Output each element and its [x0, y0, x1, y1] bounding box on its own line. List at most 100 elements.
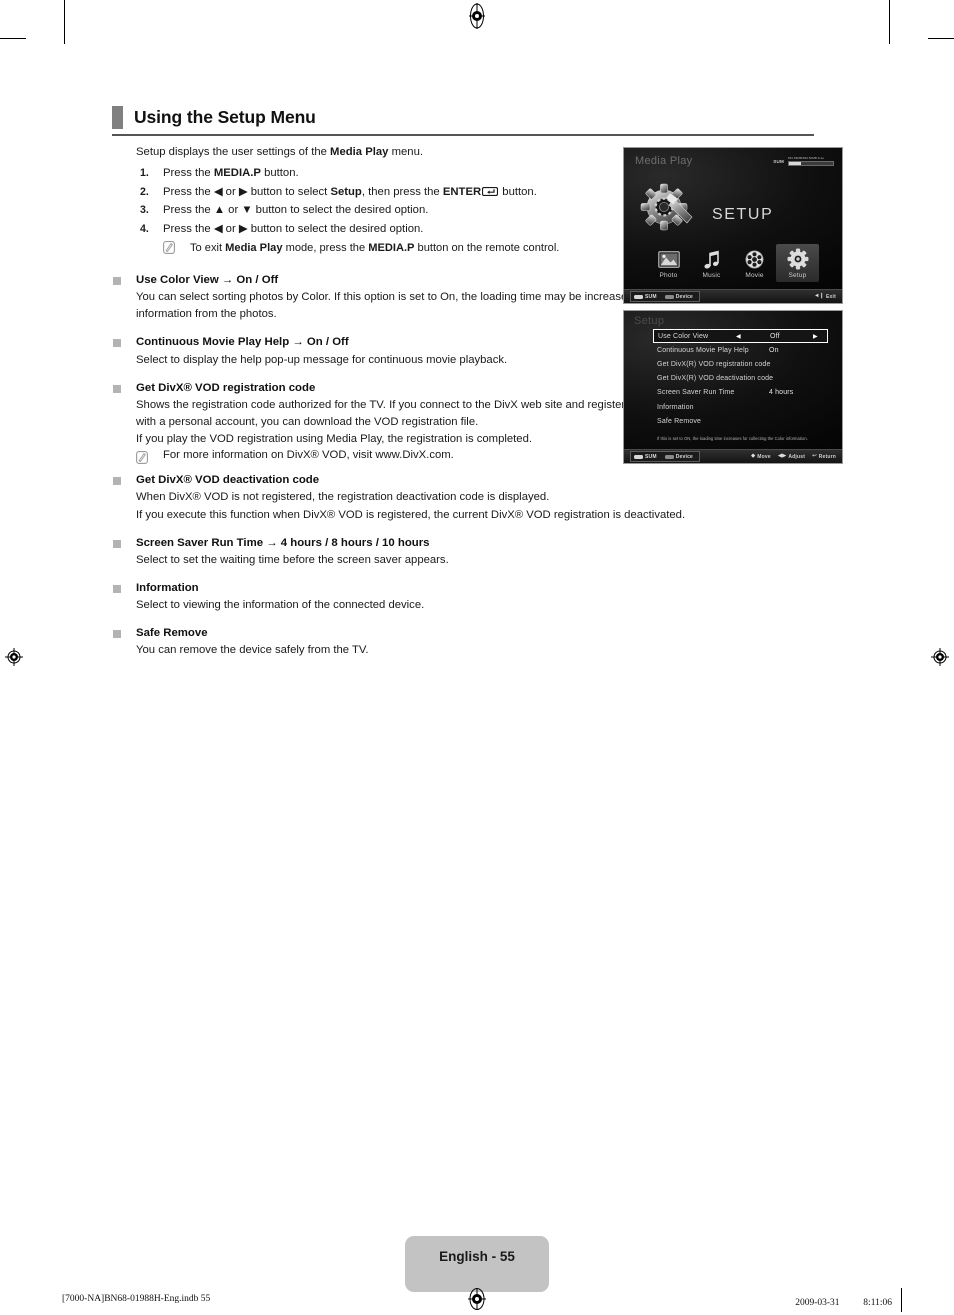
- option-body-paragraph: If you execute this function when DivX® …: [136, 508, 686, 521]
- film-reel-icon: [733, 248, 776, 270]
- setup-hero: SETUP: [640, 181, 773, 248]
- note-pencil-icon: [136, 451, 148, 465]
- setup-help-text: If this is set to ON, the loading time i…: [657, 435, 808, 441]
- setup-menu-row-value: Off: [770, 332, 780, 340]
- source-chip-icon: [634, 294, 643, 299]
- setup-menu-row[interactable]: Continuous Movie Play Help On: [653, 343, 828, 357]
- setup-menu-screenshot: Setup Use Color View ◀ ▶ Off Continuous Movi…: [623, 310, 843, 464]
- option-note-text: For more information on DivX® VOD, visit…: [163, 449, 454, 462]
- square-bullet-icon: [113, 539, 121, 548]
- step-text: Press the ◀ or ▶ button to select the de…: [163, 223, 424, 236]
- device-key-label: Device: [675, 293, 694, 300]
- step-text: Press the MEDIA.P button.: [163, 167, 299, 180]
- square-bullet-icon: [113, 384, 121, 393]
- option-title-text: Information: [136, 581, 199, 594]
- source-key-label: SUM: [645, 293, 657, 300]
- option-title-text: Screen Saver Run Time → 4 hours / 8 hour…: [136, 536, 430, 549]
- media-category-movie[interactable]: Movie: [733, 244, 776, 282]
- return-key: ↩ Return: [812, 452, 836, 459]
- option-section: Information Select to viewing the informa…: [113, 580, 753, 614]
- storage-device-label: SUM: [773, 158, 784, 164]
- device-key-2: Device: [664, 453, 694, 460]
- gear-wrench-icon: [640, 181, 702, 248]
- exit-key-label: Exit: [826, 293, 836, 300]
- setup-menu-row[interactable]: Get DivX(R) VOD deactivation code: [653, 372, 828, 386]
- tv-screen-background: Media Play SUM 851.86MB/993.50MB Free SE…: [624, 148, 842, 303]
- option-section: Safe Remove You can remove the device saf…: [113, 625, 753, 659]
- option-section-title: Get DivX® VOD deactivation code: [113, 472, 753, 489]
- device-chip-icon: [664, 294, 674, 299]
- setup-menu-row[interactable]: Get DivX(R) VOD registration code: [653, 357, 828, 371]
- media-category-label: Setup: [788, 272, 807, 279]
- media-category-photo[interactable]: Photo: [647, 244, 690, 282]
- device-key-label-2: Device: [675, 453, 694, 460]
- registration-target-bottom: [467, 1288, 487, 1310]
- media-play-title: Media Play: [635, 155, 693, 167]
- intro-after: menu.: [388, 146, 423, 158]
- music-note-icon: [690, 248, 733, 270]
- footer-right-rule: [901, 1288, 902, 1312]
- option-body-paragraph: When DivX® VOD is not registered, the re…: [136, 491, 550, 504]
- adjust-leftright-icon: ◀▶: [777, 452, 787, 459]
- square-bullet-icon: [113, 477, 121, 486]
- media-category-music[interactable]: Music: [690, 244, 733, 282]
- setup-menu-row-label: Screen Saver Run Time: [657, 389, 735, 397]
- option-title-text: Use Color View → On / Off: [136, 274, 279, 286]
- media-category-label: Movie: [745, 272, 764, 279]
- option-section-title: Safe Remove: [113, 625, 753, 642]
- setup-menu-row[interactable]: Safe Remove: [653, 414, 828, 428]
- option-section-body: Select to viewing the information of the…: [113, 597, 753, 614]
- setup-menu-row[interactable]: Screen Saver Run Time 4 hours: [653, 386, 828, 400]
- heading-accent-bar: [112, 106, 123, 129]
- adjust-key-label: Adjust: [788, 453, 806, 460]
- option-section: Screen Saver Run Time → 4 hours / 8 hour…: [113, 535, 753, 569]
- heading-rule: [112, 134, 814, 136]
- crop-mark-top-left-v: [64, 0, 65, 44]
- media-category-row: Photo Music Movie Setup: [624, 244, 842, 282]
- square-bullet-icon: [113, 584, 121, 593]
- option-section-title: Information: [113, 580, 753, 597]
- crop-mark-left-h: [0, 38, 26, 39]
- source-key-label-2: SUM: [645, 453, 657, 460]
- footer-key-group-right: ◄❙ Exit: [814, 293, 836, 300]
- intro-bold: Media Play: [330, 146, 389, 158]
- square-bullet-icon: [113, 339, 121, 348]
- option-section-body: Select to set the waiting time before th…: [113, 552, 753, 569]
- setup-menu-row-label: Get DivX(R) VOD registration code: [657, 360, 771, 368]
- option-title-text: Get DivX® VOD registration code: [136, 381, 316, 394]
- source-key-2: SUM: [634, 454, 657, 460]
- adjust-key: ◀▶ Adjust: [777, 452, 806, 460]
- setup-hero-label: SETUP: [712, 205, 774, 223]
- step-number: 2.: [140, 185, 149, 198]
- page-number-label: English - 55: [439, 1249, 515, 1264]
- return-arrow-icon: ↩: [812, 452, 817, 459]
- storage-free-text: 851.86MB/993.50MB Free: [788, 156, 825, 160]
- media-play-footer-bar: SUM Device ◄❙ Exit: [624, 289, 842, 303]
- page-number-badge: English - 55: [405, 1236, 549, 1292]
- setup-menu-row[interactable]: Information: [653, 400, 828, 414]
- page-title: Using the Setup Menu: [134, 106, 316, 127]
- option-section-body: You can remove the device safely from th…: [113, 642, 753, 659]
- option-title-text: Get DivX® VOD deactivation code: [136, 474, 320, 487]
- registration-target-right: [931, 648, 949, 666]
- step-number: 4.: [140, 223, 149, 236]
- device-key: Device: [664, 293, 694, 300]
- decrement-arrow-icon[interactable]: ◀: [736, 333, 741, 340]
- step-text: Press the ◀ or ▶ button to select Setup,…: [163, 185, 537, 198]
- step-text: Press the ▲ or ▼ button to select the de…: [163, 204, 429, 217]
- registration-target-left: [5, 648, 23, 666]
- option-title-text: Safe Remove: [136, 627, 208, 640]
- media-category-setup[interactable]: Setup: [776, 244, 819, 282]
- option-body-paragraph: You can remove the device safely from th…: [136, 644, 369, 657]
- square-bullet-icon: [113, 277, 121, 285]
- setup-menu-row[interactable]: Use Color View ◀ ▶ Off: [653, 329, 828, 344]
- setup-menu-row-label: Continuous Movie Play Help: [657, 346, 749, 354]
- media-category-label: Photo: [659, 272, 678, 279]
- footer-file-reference: [7000-NA]BN68-01988H-Eng.indb 55: [62, 1294, 211, 1304]
- square-bullet-icon: [113, 630, 121, 639]
- increment-arrow-icon[interactable]: ▶: [813, 333, 818, 340]
- option-title-text: Continuous Movie Play Help → On / Off: [136, 336, 349, 349]
- move-key-label: Move: [757, 453, 771, 460]
- intro-before: Setup displays the user settings of the: [136, 146, 331, 158]
- setup-menu-row-value: 4 hours: [769, 389, 794, 397]
